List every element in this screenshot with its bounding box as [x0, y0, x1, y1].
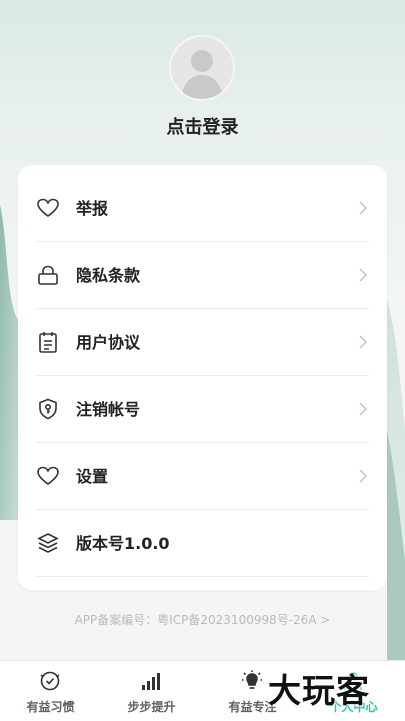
tab-progress[interactable]: 步步提升	[101, 661, 202, 721]
menu-item-label: 举报	[76, 199, 109, 218]
profile-header: 点击登录	[0, 0, 405, 160]
chevron-right-icon	[359, 268, 368, 282]
menu-item-report[interactable]: 举报	[36, 175, 369, 242]
default-user-icon	[181, 50, 223, 99]
menu-item-settings[interactable]: 设置	[36, 443, 369, 510]
avatar[interactable]	[169, 35, 235, 101]
menu-item-delete-account[interactable]: 注销帐号	[36, 376, 369, 443]
menu-item-version[interactable]: 版本号1.0.0	[36, 510, 369, 577]
menu-item-label: 版本号1.0.0	[76, 534, 170, 553]
chevron-right-icon	[359, 402, 368, 416]
heart-icon	[37, 466, 59, 485]
tab-label: 有益习惯	[26, 700, 75, 714]
lightbulb-icon	[242, 670, 262, 689]
shield-key-icon	[39, 398, 57, 420]
tab-habits[interactable]: 有益习惯	[0, 661, 101, 721]
habit-icon	[40, 671, 60, 691]
menu-item-privacy[interactable]: 隐私条款	[36, 242, 369, 309]
chevron-right-icon	[359, 469, 368, 483]
tab-label: 步步提升	[127, 700, 176, 714]
menu-item-label: 设置	[76, 467, 109, 486]
document-icon	[39, 332, 57, 353]
chevron-right-icon	[359, 201, 368, 215]
lock-icon	[38, 265, 58, 285]
login-link[interactable]: 点击登录	[0, 113, 405, 139]
watermark-logo: 大玩客	[268, 671, 370, 710]
menu-item-user-agreement[interactable]: 用户协议	[36, 309, 369, 376]
icp-record-link[interactable]: APP备案编号：粤ICP备2023100998号-26A >	[0, 611, 405, 628]
menu-item-label: 隐私条款	[76, 266, 141, 285]
settings-menu-card: 举报 隐私条款 用户协议 注销帐号 设置 版本号1.0.0	[18, 165, 387, 590]
chevron-right-icon	[359, 335, 368, 349]
signal-bars-icon	[142, 673, 160, 690]
menu-item-label: 注销帐号	[76, 400, 141, 419]
menu-item-label: 用户协议	[76, 333, 141, 352]
heart-icon	[37, 198, 59, 217]
layers-icon	[37, 533, 59, 553]
